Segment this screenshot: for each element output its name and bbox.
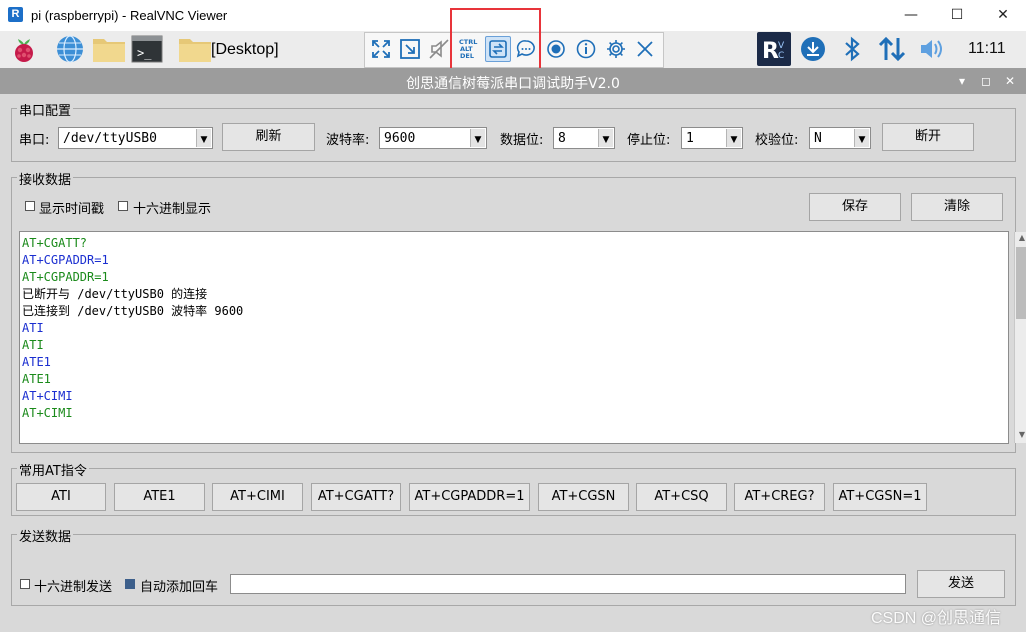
at-button-creg[interactable]: AT+CREG? (734, 483, 825, 511)
log-scrollbar[interactable]: ▲ ▼ (1014, 232, 1026, 443)
at-button-cgatt[interactable]: AT+CGATT? (311, 483, 401, 511)
show-timestamp-label: 显示时间戳 (39, 202, 105, 217)
clear-button[interactable]: 清除 (911, 193, 1003, 221)
chevron-down-icon: ▼ (196, 129, 211, 147)
scroll-thumb[interactable] (1016, 247, 1026, 319)
app-collapse-button[interactable]: ▾ (952, 72, 972, 90)
log-line: AT+CIMI (22, 406, 73, 420)
log-line: AT+CGPADDR=1 (22, 253, 109, 267)
record-icon[interactable] (544, 37, 568, 61)
web-browser-icon[interactable] (54, 33, 86, 65)
realvnc-app-icon: R (8, 7, 23, 22)
parity-label: 校验位: (755, 133, 799, 148)
log-line: AT+CGATT? (22, 236, 88, 250)
csdn-watermark: CSDN @创思通信 (871, 610, 1002, 627)
info-icon[interactable] (574, 37, 598, 61)
databits-label: 数据位: (500, 133, 544, 148)
system-clock: 11:11 (968, 40, 1006, 57)
at-button-cgpaddr[interactable]: AT+CGPADDR=1 (409, 483, 530, 511)
app-close-button[interactable]: ✕ (1000, 72, 1020, 90)
port-select[interactable]: /dev/ttyUSB0 ▼ (58, 127, 213, 149)
terminal-icon[interactable]: >_ (131, 35, 163, 67)
log-line: ATI (22, 338, 44, 352)
port-label: 串口: (19, 133, 50, 148)
raspberry-menu-icon[interactable] (8, 33, 40, 65)
svg-text:R: R (762, 39, 779, 64)
show-timestamp-checkbox[interactable] (25, 201, 35, 211)
minimize-button[interactable]: — (888, 0, 934, 31)
volume-icon[interactable] (918, 36, 946, 66)
parity-select[interactable]: N ▼ (809, 127, 871, 149)
svg-text:>_: >_ (137, 46, 152, 60)
app-restore-button[interactable]: ◻ (976, 72, 996, 90)
scroll-down-icon[interactable]: ▼ (1016, 430, 1026, 442)
maximize-button[interactable]: ☐ (934, 0, 980, 31)
log-line: 已连接到 /dev/ttyUSB0 波特率 9600 (22, 304, 244, 318)
hex-display-label: 十六进制显示 (133, 202, 212, 217)
hex-display-checkbox[interactable] (118, 201, 128, 211)
at-commands-label: 常用AT指令 (17, 460, 89, 479)
port-value: /dev/ttyUSB0 (63, 131, 157, 146)
at-button-cimi[interactable]: AT+CIMI (212, 483, 303, 511)
log-line: ATE1 (22, 355, 51, 369)
chevron-down-icon: ▼ (470, 129, 485, 147)
hex-send-checkbox[interactable] (20, 579, 30, 589)
baud-label: 波特率: (326, 133, 370, 148)
refresh-button[interactable]: 刷新 (222, 123, 315, 151)
fullscreen-icon[interactable] (369, 37, 393, 61)
stopbits-value: 1 (686, 131, 694, 146)
mute-audio-icon[interactable] (427, 37, 451, 61)
at-button-cgsn1[interactable]: AT+CGSN=1 (833, 483, 927, 511)
scroll-up-icon[interactable]: ▲ (1016, 233, 1026, 245)
svg-text:C: C (778, 51, 784, 61)
disconnect-button[interactable]: 断开 (882, 123, 974, 151)
serial-config-label: 串口配置 (17, 100, 74, 119)
chevron-down-icon: ▼ (598, 129, 613, 147)
desktop-folder-icon[interactable] (178, 35, 211, 67)
realvnc-server-icon[interactable]: RVC (757, 32, 791, 66)
window-title: pi (raspberrypi) - RealVNC Viewer (31, 8, 228, 23)
hex-send-label: 十六进制发送 (34, 580, 113, 595)
log-line: AT+CGPADDR=1 (22, 270, 109, 284)
at-button-cgsn[interactable]: AT+CGSN (538, 483, 629, 511)
at-button-csq[interactable]: AT+CSQ (636, 483, 727, 511)
stopbits-label: 停止位: (627, 133, 671, 148)
baud-select[interactable]: 9600 ▼ (379, 127, 487, 149)
network-transfer-icon[interactable] (877, 34, 907, 68)
log-line: 已断开与 /dev/ttyUSB0 的连接 (22, 287, 208, 301)
file-manager-icon[interactable] (92, 35, 125, 67)
baud-value: 9600 (384, 131, 416, 146)
auto-newline-label: 自动添加回车 (140, 580, 219, 595)
close-session-icon[interactable] (633, 37, 657, 61)
log-line: ATE1 (22, 372, 51, 386)
svg-text:V: V (778, 41, 785, 51)
save-button[interactable]: 保存 (809, 193, 901, 221)
send-input[interactable] (230, 574, 906, 594)
chevron-down-icon: ▼ (726, 129, 741, 147)
send-group (11, 534, 1016, 606)
at-button-ati[interactable]: ATI (16, 483, 106, 511)
databits-select[interactable]: 8 ▼ (553, 127, 615, 149)
download-icon[interactable] (799, 35, 827, 67)
send-label: 发送数据 (17, 526, 74, 545)
scale-to-window-icon[interactable] (398, 37, 422, 61)
stopbits-select[interactable]: 1 ▼ (681, 127, 743, 149)
close-button[interactable]: ✕ (980, 0, 1026, 31)
log-line: AT+CIMI (22, 389, 73, 403)
bluetooth-icon[interactable] (840, 35, 864, 67)
settings-gear-icon[interactable] (604, 37, 628, 61)
parity-value: N (814, 131, 822, 146)
chevron-down-icon: ▼ (854, 129, 869, 147)
receive-label: 接收数据 (17, 169, 74, 188)
desktop-window-label[interactable]: [Desktop] (211, 41, 279, 59)
receive-log[interactable]: AT+CGATT? AT+CGPADDR=1 AT+CGPADDR=1 已断开与 /d… (19, 231, 1026, 444)
highlight-annotation-box (450, 8, 541, 70)
send-button[interactable]: 发送 (917, 570, 1005, 598)
log-line: ATI (22, 321, 44, 335)
app-title: 创思通信树莓派串口调试助手V2.0 (406, 76, 620, 92)
at-button-ate1[interactable]: ATE1 (114, 483, 205, 511)
databits-value: 8 (558, 131, 566, 146)
auto-newline-checkbox[interactable] (125, 579, 135, 589)
